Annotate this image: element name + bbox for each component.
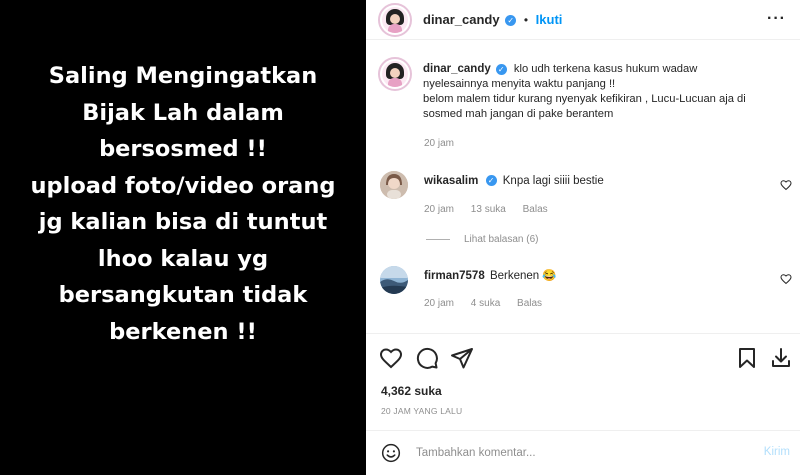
separator-dot: • [523, 13, 529, 27]
share-icon[interactable] [450, 346, 474, 370]
caption-author-avatar[interactable] [378, 57, 412, 91]
caption-line: klo udh terkena kasus hukum wadaw [513, 63, 698, 75]
story-line: bersangkutan tidak [58, 282, 308, 308]
comment-like-icon[interactable] [780, 179, 792, 191]
post-comment-button[interactable]: Kirim [764, 446, 790, 458]
likes-count[interactable]: 4,362 suka [381, 384, 442, 398]
like-icon[interactable] [379, 346, 403, 370]
save-icon[interactable] [735, 346, 759, 370]
comment-meta: 20 jam 4 suka Balas [424, 298, 556, 309]
comment-meta: 20 jam 13 suka Balas [424, 204, 562, 215]
view-replies-label: Lihat balasan (6) [464, 234, 539, 245]
caption-username[interactable]: dinar_candy [423, 63, 491, 75]
comment-text: Berkenen 😂 [489, 270, 557, 282]
reply-button[interactable]: Balas [523, 204, 548, 215]
comment-line: wikasalim ✓ Knpa lagi siiii bestie [424, 175, 604, 187]
author-username[interactable]: dinar_candy [423, 12, 500, 27]
comment-icon[interactable] [415, 346, 439, 370]
post-header: dinar_candy ✓ • Ikuti ··· [366, 0, 800, 40]
more-options-icon[interactable]: ··· [767, 10, 786, 28]
comment-likes[interactable]: 4 suka [471, 298, 500, 309]
comment-avatar[interactable] [380, 266, 408, 294]
story-line: bersosmed !! [99, 136, 267, 162]
story-line: lhoo kalau yg [97, 245, 269, 272]
comment-text: Knpa lagi siiii bestie [502, 175, 604, 187]
verified-icon: ✓ [495, 63, 507, 75]
comment-likes[interactable]: 13 suka [471, 204, 506, 215]
reply-button[interactable]: Balas [517, 298, 542, 309]
story-line: Saling Mengingatkan [48, 63, 318, 89]
author-avatar[interactable] [378, 3, 412, 37]
view-replies-button[interactable]: Lihat balasan (6) [426, 234, 539, 245]
comment-line: firman7578 Berkenen 😂 [424, 268, 557, 282]
caption-text: dinar_candy ✓ klo udh terkena kasus hukum… [423, 62, 783, 122]
story-line: Bijak Lah dalam [82, 99, 284, 126]
caption-line: nyelesainnya menyita waktu panjang !! [423, 78, 616, 90]
follow-button[interactable]: Ikuti [536, 12, 563, 27]
emoji-icon[interactable] [381, 443, 401, 463]
comment-input[interactable] [416, 442, 736, 464]
post-image[interactable]: Saling Mengingatkan Bijak Lah dalam bers… [0, 0, 366, 475]
comment-username[interactable]: firman7578 [424, 270, 485, 282]
story-line: jg kalian bisa di tuntut [38, 209, 328, 235]
caption-time[interactable]: 20 jam [424, 138, 454, 149]
post-timestamp[interactable]: 20 JAM YANG LALU [381, 406, 462, 416]
add-comment-bar: Kirim [366, 430, 800, 475]
comment-time[interactable]: 20 jam [424, 298, 454, 309]
post-image-text: Saling Mengingatkan Bijak Lah dalam bers… [0, 58, 366, 350]
comment-time[interactable]: 20 jam [424, 204, 454, 215]
comment-avatar[interactable] [380, 171, 408, 199]
verified-icon: ✓ [485, 175, 497, 187]
comment-username[interactable]: wikasalim [424, 175, 478, 187]
verified-icon: ✓ [505, 15, 517, 27]
header-author-line: dinar_candy ✓ • Ikuti [423, 12, 562, 27]
post-panel: dinar_candy ✓ • Ikuti ··· dinar_candy ✓ k… [366, 0, 800, 475]
replies-divider [426, 238, 450, 240]
caption-line: sosmed mah jangan di pake berantem [423, 108, 614, 120]
comment-like-icon[interactable] [780, 273, 792, 285]
story-line: berkenen !! [109, 318, 257, 345]
download-icon[interactable] [769, 346, 793, 370]
story-line: upload foto/video orang [30, 172, 336, 199]
caption-line: belom malem tidur kurang nyenyak kefikir… [423, 93, 746, 105]
